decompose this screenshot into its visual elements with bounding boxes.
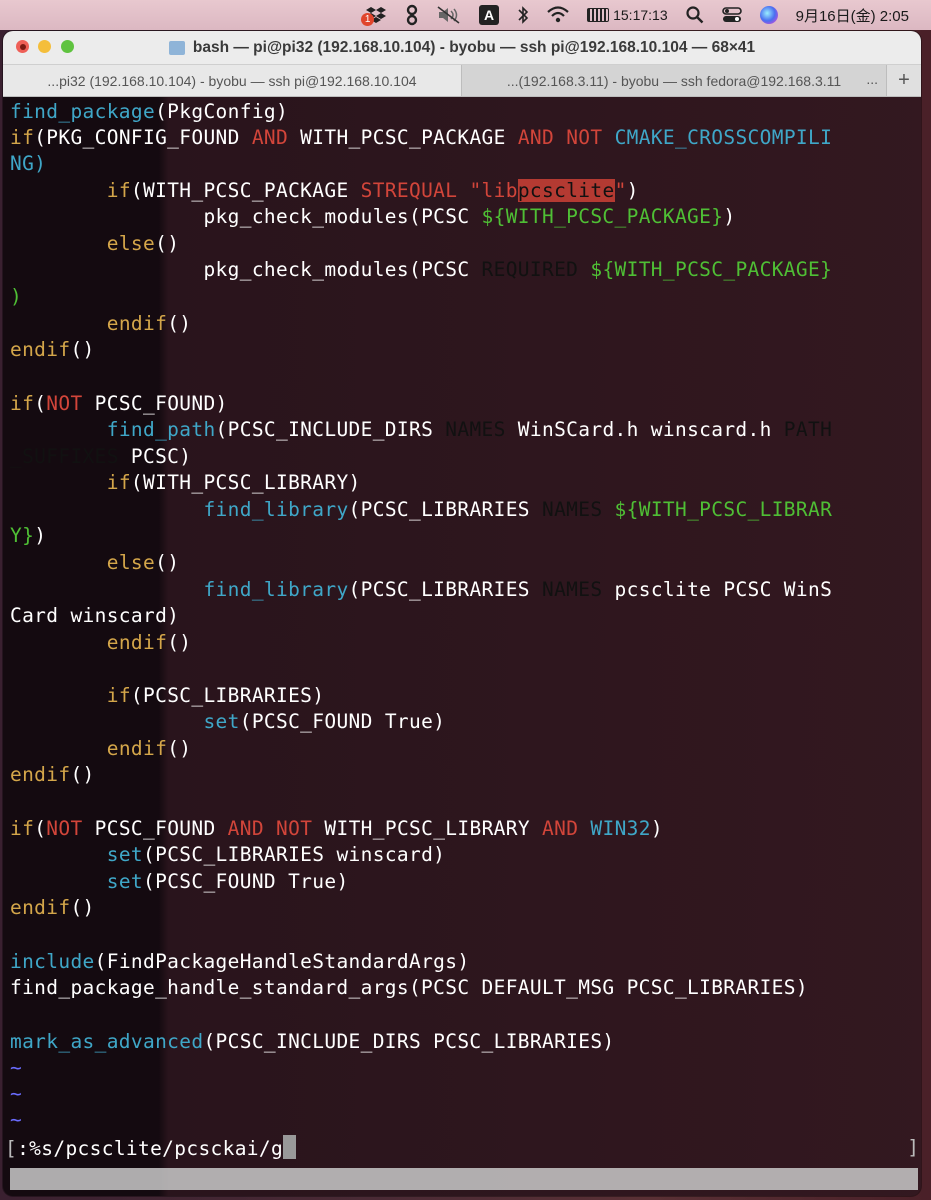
window-titlebar[interactable]: bash — pi@pi32 (192.168.10.104) - byobu …	[3, 31, 921, 64]
tab-label: ...(192.168.3.11) - byobu — ssh fedora@1…	[506, 72, 842, 89]
zoom-button[interactable]	[61, 40, 74, 53]
code-line: find_package(PkgConfig)	[10, 100, 289, 123]
new-tab-button[interactable]: +	[886, 65, 921, 96]
bluetooth-icon[interactable]	[517, 4, 529, 26]
tab-fedora[interactable]: ...(192.168.3.11) - byobu — ssh fedora@1…	[461, 65, 886, 96]
tab-pi32[interactable]: ...pi32 (192.168.10.104) - byobu — ssh p…	[3, 65, 461, 96]
code-line: )	[10, 285, 23, 308]
close-button[interactable]	[16, 40, 29, 53]
byobu-status-bar	[10, 1168, 918, 1190]
code-line: pkg_check_modules(PCSC ${WITH_PCSC_PACKA…	[203, 205, 736, 228]
code-line: endif()	[10, 763, 95, 786]
minimize-button[interactable]	[38, 40, 51, 53]
code-line: if(PKG_CONFIG_FOUND AND WITH_PCSC_PACKAG…	[10, 126, 833, 149]
empty-line-marker: ~	[10, 1082, 23, 1105]
code-line: endif()	[106, 737, 192, 760]
code-line: if(NOT PCSC_FOUND)	[10, 392, 228, 415]
empty-line-marker: ~	[10, 1108, 23, 1131]
code-line: endif()	[106, 631, 192, 654]
terminal-window: bash — pi@pi32 (192.168.10.104) - byobu …	[3, 31, 921, 1196]
tab-bar: ...pi32 (192.168.10.104) - byobu — ssh p…	[3, 64, 921, 97]
code-line: Card winscard)	[10, 604, 180, 627]
code-line: else()	[106, 551, 180, 574]
wifi-icon[interactable]	[547, 4, 569, 26]
close-icon	[19, 43, 26, 50]
code-line: endif()	[106, 312, 192, 335]
menubar-datetime[interactable]: 9月16日(金) 2:05	[796, 4, 909, 26]
tab-label: ...pi32 (192.168.10.104) - byobu — ssh p…	[47, 72, 417, 89]
code-line: endif()	[10, 896, 95, 919]
code-line: if(WITH_PCSC_LIBRARY)	[106, 471, 361, 494]
code-line: set(PCSC_FOUND True)	[106, 870, 349, 893]
code-line: find_path(PCSC_INCLUDE_DIRS NAMES WinSCa…	[106, 418, 833, 441]
battery-icon	[587, 8, 610, 22]
search-highlight: pcsclite	[517, 179, 615, 202]
empty-line-marker: ~	[10, 1056, 23, 1079]
plus-icon: +	[898, 69, 910, 91]
code-line: NG)	[10, 152, 47, 175]
code-line: find_library(PCSC_LIBRARIES NAMES ${WITH…	[203, 498, 833, 521]
code-line: find_library(PCSC_LIBRARIES NAMES pcscli…	[203, 578, 833, 601]
code-line: set(PCSC_LIBRARIES winscard)	[106, 843, 446, 866]
code-line: _SUFFIXES PCSC)	[10, 445, 192, 468]
link-tool-icon[interactable]	[405, 4, 419, 26]
text-cursor	[283, 1135, 297, 1159]
command-text: :%s/pcsclite/pcsckai/g	[17, 1137, 284, 1160]
code-line: pkg_check_modules(PCSC REQUIRED ${WITH_P…	[203, 258, 833, 281]
code-line: if(PCSC_LIBRARIES)	[106, 684, 325, 707]
menu-bar: 1 A 15:17:13 9月16日(金) 2:05	[0, 0, 931, 30]
code-line: if(NOT PCSC_FOUND AND NOT WITH_PCSC_LIBR…	[10, 817, 663, 840]
input-method-icon[interactable]: A	[479, 4, 500, 26]
code-line: if(WITH_PCSC_PACKAGE STREQUAL "libpcscli…	[106, 179, 639, 202]
code-line: endif()	[10, 338, 95, 361]
siri-icon[interactable]	[759, 4, 778, 26]
volume-muted-icon[interactable]	[437, 4, 461, 26]
window-title: bash — pi@pi32 (192.168.10.104) - byobu …	[192, 38, 756, 56]
code-line: Y})	[10, 524, 47, 547]
dropbox-icon[interactable]: 1	[361, 4, 387, 26]
spotlight-search-icon[interactable]	[686, 4, 704, 26]
command-line-bracket: ]	[907, 1136, 919, 1159]
folder-icon	[168, 40, 185, 55]
code-line: include(FindPackageHandleStandardArgs)	[10, 950, 470, 973]
vim-command-line[interactable]: [:%s/pcsclite/pcsckai/g	[5, 1135, 297, 1161]
code-line: mark_as_advanced(PCSC_INCLUDE_DIRS PCSC_…	[10, 1030, 615, 1053]
clock-text: 15:17:13	[613, 7, 668, 23]
code-line: set(PCSC_FOUND True)	[203, 710, 446, 733]
code-line: else()	[106, 232, 180, 255]
terminal-view[interactable]: find_package(PkgConfig) if(PKG_CONFIG_FO…	[3, 97, 921, 1196]
tab-overflow-icon[interactable]: ...	[866, 71, 878, 87]
code-line: find_package_handle_standard_args(PCSC D…	[10, 976, 808, 999]
control-center-icon[interactable]	[721, 4, 742, 26]
clock-widget[interactable]: 15:17:13	[587, 4, 668, 26]
